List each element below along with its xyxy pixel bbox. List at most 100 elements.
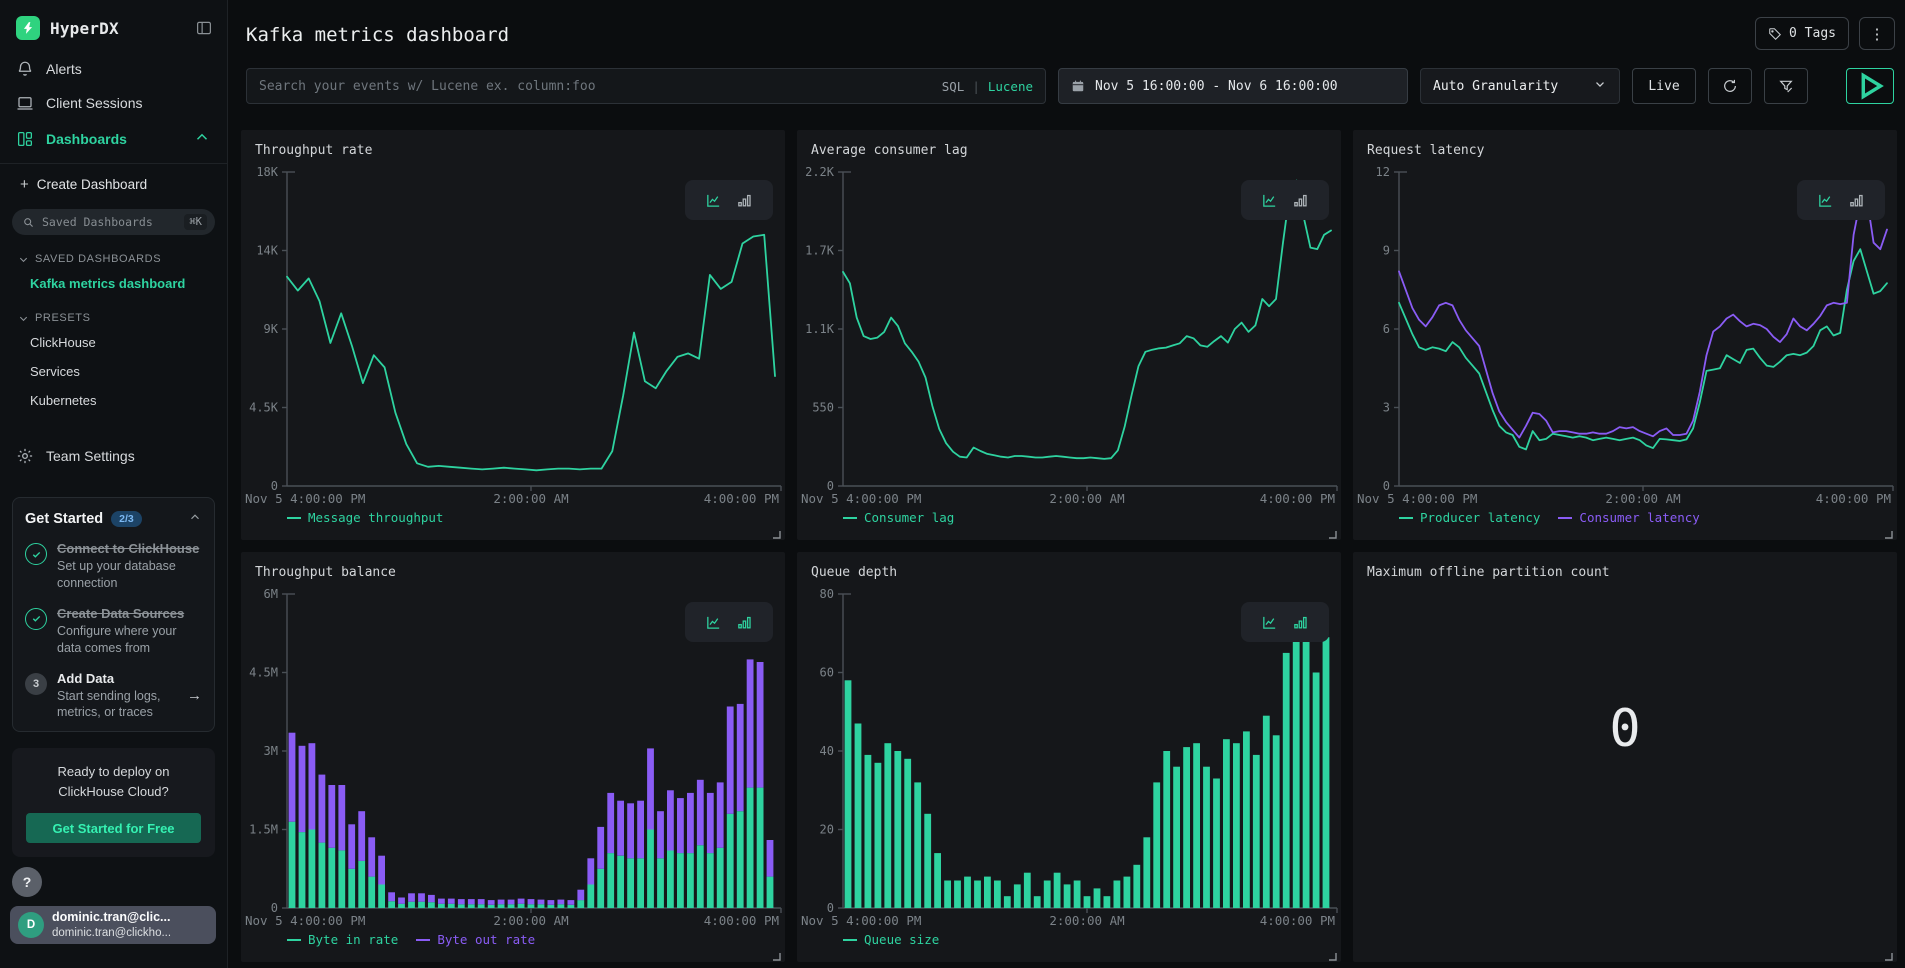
legend-label: Producer latency xyxy=(1420,510,1540,525)
user-menu[interactable]: D dominic.tran@clic... dominic.tran@clic… xyxy=(10,906,216,944)
chevron-up-icon[interactable] xyxy=(188,510,202,527)
refresh-icon xyxy=(1722,78,1738,94)
svg-text:2:00:00 AM: 2:00:00 AM xyxy=(493,491,568,506)
chart-queue-depth: 806040200Nov 5 4:00:00 PM2:00:00 AM4:00:… xyxy=(797,582,1341,932)
legend-item[interactable]: Consumer latency xyxy=(1558,510,1699,525)
svg-text:1.7K: 1.7K xyxy=(805,244,835,258)
bar-chart-icon[interactable] xyxy=(736,192,753,209)
sidebar-item-services[interactable]: Services xyxy=(0,357,227,386)
svg-text:1.5M: 1.5M xyxy=(249,823,278,837)
run-query-button[interactable] xyxy=(1846,68,1894,104)
resize-handle[interactable] xyxy=(772,527,781,536)
legend-item[interactable]: Byte out rate xyxy=(416,932,535,947)
dashboard-grid: Throughput rate 18K14K9K4.5K0Nov 5 4:00:… xyxy=(241,130,1897,962)
legend-item[interactable]: Consumer lag xyxy=(843,510,954,525)
svg-text:4:00:00 PM: 4:00:00 PM xyxy=(704,491,779,506)
date-range-value: Nov 5 16:00:00 - Nov 6 16:00:00 xyxy=(1095,79,1338,94)
chart-type-toolbar xyxy=(685,602,773,642)
sidebar-collapse-icon[interactable] xyxy=(195,19,213,37)
chart-type-toolbar xyxy=(1797,180,1885,220)
saved-dashboards-search[interactable]: ⌘K xyxy=(12,209,215,235)
calendar-icon xyxy=(1071,79,1085,93)
panel-average-consumer-lag: Average consumer lag 2.2K1.7K1.1K5500Nov… xyxy=(797,130,1341,540)
chart-average-consumer-lag: 2.2K1.7K1.1K5500Nov 5 4:00:00 PM2:00:00 … xyxy=(797,160,1341,510)
svg-text:550: 550 xyxy=(812,401,834,415)
step-connect-clickhouse[interactable]: Connect to ClickHouse Set up your databa… xyxy=(25,541,202,592)
get-started-free-button[interactable]: Get Started for Free xyxy=(26,813,201,843)
svg-text:4:00:00 PM: 4:00:00 PM xyxy=(1816,491,1891,506)
tags-button[interactable]: 0 Tags xyxy=(1755,17,1849,50)
resize-handle[interactable] xyxy=(1884,949,1893,958)
legend-label: Byte in rate xyxy=(308,932,398,947)
resize-handle[interactable] xyxy=(1328,949,1337,958)
refresh-button[interactable] xyxy=(1708,68,1752,104)
step-create-data-sources[interactable]: Create Data Sources Configure where your… xyxy=(25,606,202,657)
presets-section-header[interactable]: PRESETS xyxy=(0,298,227,328)
svg-text:2:00:00 AM: 2:00:00 AM xyxy=(1049,491,1124,506)
create-dashboard-button[interactable]: + Create Dashboard xyxy=(0,164,227,199)
plus-icon: + xyxy=(20,176,29,193)
bar-chart-icon[interactable] xyxy=(1848,192,1865,209)
svg-text:6: 6 xyxy=(1383,322,1390,336)
bell-icon xyxy=(16,60,34,78)
line-chart-icon[interactable] xyxy=(705,614,722,631)
resize-handle[interactable] xyxy=(1884,527,1893,536)
help-button[interactable]: ? xyxy=(12,867,42,897)
chevron-up-icon[interactable] xyxy=(193,128,211,149)
line-chart-icon[interactable] xyxy=(1261,192,1278,209)
svg-text:14K: 14K xyxy=(256,244,278,258)
granularity-select[interactable]: Auto Granularity xyxy=(1420,68,1620,104)
sql-toggle[interactable]: SQL xyxy=(942,79,965,94)
sidebar-item-clickhouse[interactable]: ClickHouse xyxy=(0,328,227,357)
check-circle-icon xyxy=(25,608,47,630)
legend-dash-icon xyxy=(287,939,301,941)
step-add-data[interactable]: 3 Add Data Start sending logs, metrics, … xyxy=(25,671,202,722)
legend-item[interactable]: Queue size xyxy=(843,932,939,947)
live-button[interactable]: Live xyxy=(1632,68,1696,104)
resize-handle[interactable] xyxy=(772,949,781,958)
legend-item[interactable]: Message throughput xyxy=(287,510,443,525)
date-range-picker[interactable]: Nov 5 16:00:00 - Nov 6 16:00:00 xyxy=(1058,68,1408,104)
sidebar-item-dashboards[interactable]: Dashboards xyxy=(0,120,227,157)
sidebar-item-kafka-dashboard[interactable]: Kafka metrics dashboard xyxy=(0,269,227,298)
lucene-toggle[interactable]: Lucene xyxy=(988,79,1033,94)
event-search-input[interactable] xyxy=(247,79,942,94)
sidebar-item-client-sessions[interactable]: Client Sessions xyxy=(0,86,227,120)
line-chart-icon[interactable] xyxy=(1261,614,1278,631)
panel-max-offline-partition-count: Maximum offline partition count 0 xyxy=(1353,552,1897,962)
chart-throughput-balance: 6M4.5M3M1.5M0Nov 5 4:00:00 PM2:00:00 AM4… xyxy=(241,582,785,932)
step-desc: Set up your database connection xyxy=(57,558,202,592)
bar-chart-icon[interactable] xyxy=(1292,614,1309,631)
chart-request-latency: 129630Nov 5 4:00:00 PM2:00:00 AM4:00:00 … xyxy=(1353,160,1897,510)
line-chart-icon[interactable] xyxy=(705,192,722,209)
panel-request-latency: Request latency 129630Nov 5 4:00:00 PM2:… xyxy=(1353,130,1897,540)
chart-title: Average consumer lag xyxy=(797,130,1341,160)
avatar: D xyxy=(18,912,44,938)
svg-text:Nov 5 4:00:00 PM: Nov 5 4:00:00 PM xyxy=(245,913,365,928)
chevron-down-icon xyxy=(18,254,29,265)
saved-dashboards-search-input[interactable] xyxy=(42,215,172,229)
sidebar-item-team-settings[interactable]: Team Settings xyxy=(0,439,227,473)
bar-chart-icon[interactable] xyxy=(1292,192,1309,209)
legend-item[interactable]: Producer latency xyxy=(1399,510,1540,525)
legend-item[interactable]: Byte in rate xyxy=(287,932,398,947)
sidebar-item-kubernetes[interactable]: Kubernetes xyxy=(0,386,227,415)
svg-text:1.1K: 1.1K xyxy=(805,322,835,336)
event-search[interactable]: SQL | Lucene xyxy=(246,68,1046,104)
sidebar-item-alerts[interactable]: Alerts xyxy=(0,52,227,86)
svg-text:4:00:00 PM: 4:00:00 PM xyxy=(704,913,779,928)
legend-dash-icon xyxy=(287,517,301,519)
bar-chart-icon[interactable] xyxy=(736,614,753,631)
metric-value: 0 xyxy=(1353,699,1897,759)
more-options-button[interactable]: ⋮ xyxy=(1859,17,1895,50)
svg-text:80: 80 xyxy=(820,587,834,601)
filter-slash-icon xyxy=(1778,78,1794,94)
saved-dashboards-section-header[interactable]: SAVED DASHBOARDS xyxy=(0,239,227,269)
chart-type-toolbar xyxy=(1241,602,1329,642)
svg-text:60: 60 xyxy=(820,666,834,680)
filter-button[interactable] xyxy=(1764,68,1808,104)
chart-title: Queue depth xyxy=(797,552,1341,582)
legend-label: Consumer lag xyxy=(864,510,954,525)
line-chart-icon[interactable] xyxy=(1817,192,1834,209)
resize-handle[interactable] xyxy=(1328,527,1337,536)
